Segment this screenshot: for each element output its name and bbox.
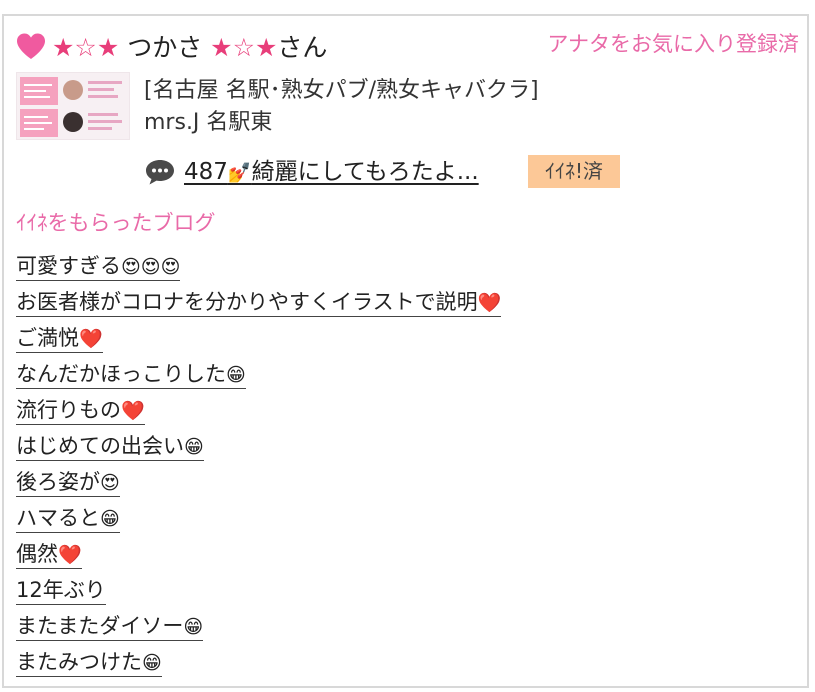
nail-polish-emoji: 💅 <box>227 162 252 184</box>
blog-emoji: 😁 <box>142 652 162 674</box>
blog-list-item: ご満悦❤️ <box>16 322 501 358</box>
shop-name[interactable]: mrs.J 名駅東 <box>144 108 272 138</box>
blog-emoji: ❤️ <box>79 328 103 350</box>
comment-count: 487 <box>184 159 228 185</box>
iine-done-badge[interactable]: ｲｲﾈ!済 <box>528 155 620 188</box>
blog-title: はじめての出会い <box>16 434 184 458</box>
blog-list-item: 後ろ姿が😍 <box>16 466 501 502</box>
liked-blogs-title: ｲｲﾈをもらったブログ <box>16 211 216 235</box>
blog-emoji: ❤️ <box>477 292 502 314</box>
blog-emoji: 😁 <box>184 436 204 458</box>
blog-link[interactable]: ご満悦❤️ <box>16 326 103 353</box>
heart-icon <box>17 33 45 59</box>
blog-title: またまたダイソー <box>16 614 184 638</box>
thumb-row <box>20 109 126 137</box>
comment-link[interactable]: 487💅綺麗にしてもろたよ... <box>184 156 479 189</box>
user-name[interactable]: ★☆★ つかさ ★☆★さん <box>52 32 327 64</box>
blog-emoji: 😍 <box>100 472 120 494</box>
blog-title: 偶然 <box>16 542 58 566</box>
blog-title: お医者様がコロナを分かりやすくイラストで説明 <box>16 290 478 314</box>
blog-title: ご満悦 <box>16 326 79 350</box>
blog-list-item: お医者様がコロナを分かりやすくイラストで説明❤️ <box>16 286 502 322</box>
card-header: ★☆★ つかさ ★☆★さん アナタをお気に入り登録済 <box>16 24 799 64</box>
blog-list-item: 可愛すぎる😍😍😍 <box>16 250 501 286</box>
blog-list-item: 12年ぶり <box>16 574 501 610</box>
blog-list-item: またみつけた😁 <box>16 646 501 682</box>
blog-emoji: 😍😍😍 <box>121 256 181 278</box>
blog-list-item: またまたダイソー😁 <box>16 610 501 646</box>
blog-link[interactable]: 12年ぶり <box>16 578 106 605</box>
blog-emoji: ❤️ <box>121 400 145 422</box>
thumb-avatar <box>63 80 83 100</box>
blog-link[interactable]: ハマると😁 <box>16 506 120 533</box>
blog-title: 可愛すぎる <box>16 254 121 278</box>
thumb-banner <box>20 109 58 137</box>
blog-emoji: ❤️ <box>58 544 82 566</box>
user-card: ★☆★ つかさ ★☆★さん アナタをお気に入り登録済 [名古屋 名駅･熟女パブ/… <box>2 14 809 688</box>
blog-link[interactable]: またまたダイソー😁 <box>16 614 204 641</box>
comment-text: 綺麗にしてもろたよ... <box>251 159 479 185</box>
thumb-avatar <box>63 112 83 132</box>
honorific: さん <box>277 33 328 62</box>
blog-list-item: 偶然❤️ <box>16 538 501 574</box>
blog-link[interactable]: 偶然❤️ <box>16 542 82 569</box>
blog-link[interactable]: なんだかほっこりした😁 <box>16 362 246 389</box>
blog-link[interactable]: 可愛すぎる😍😍😍 <box>16 254 181 281</box>
blog-link[interactable]: 後ろ姿が😍 <box>16 470 120 497</box>
blog-list-item: ハマると😁 <box>16 502 501 538</box>
blog-title: ハマると <box>16 506 100 530</box>
blog-link[interactable]: はじめての出会い😁 <box>16 434 204 461</box>
favorite-status: アナタをお気に入り登録済 <box>547 32 799 56</box>
blog-title: 後ろ姿が <box>16 470 100 494</box>
name-text: つかさ <box>127 33 203 62</box>
blog-title: なんだかほっこりした <box>16 362 226 386</box>
shop-banner-thumbnail[interactable] <box>16 72 130 140</box>
blog-emoji: 😁 <box>100 508 120 530</box>
blog-list-item: はじめての出会い😁 <box>16 430 501 466</box>
shop-category: [名古屋 名駅･熟女パブ/熟女キャバクラ] <box>144 78 539 103</box>
blog-link[interactable]: お医者様がコロナを分かりやすくイラストで説明❤️ <box>16 290 502 317</box>
blog-link[interactable]: またみつけた😁 <box>16 650 162 677</box>
name-prefix-stars: ★☆★ <box>52 33 120 62</box>
blog-emoji: 😁 <box>226 364 246 386</box>
thumb-banner <box>20 77 58 105</box>
blog-emoji: 😁 <box>183 616 204 638</box>
speech-bubble-icon <box>146 160 174 185</box>
name-suffix-stars: ★☆★ <box>210 33 278 62</box>
blog-title: またみつけた <box>16 650 142 674</box>
liked-blogs-list: 可愛すぎる😍😍😍 お医者様がコロナを分かりやすくイラストで説明❤️ ご満悦❤️ なんだ… <box>16 250 502 682</box>
thumb-row <box>20 77 126 105</box>
blog-link[interactable]: 流行りもの❤️ <box>16 398 145 425</box>
blog-title: 流行りもの <box>16 398 121 422</box>
blog-list-item: 流行りもの❤️ <box>16 394 501 430</box>
blog-title: 12年ぶり <box>16 578 106 602</box>
blog-list-item: なんだかほっこりした😁 <box>16 358 501 394</box>
